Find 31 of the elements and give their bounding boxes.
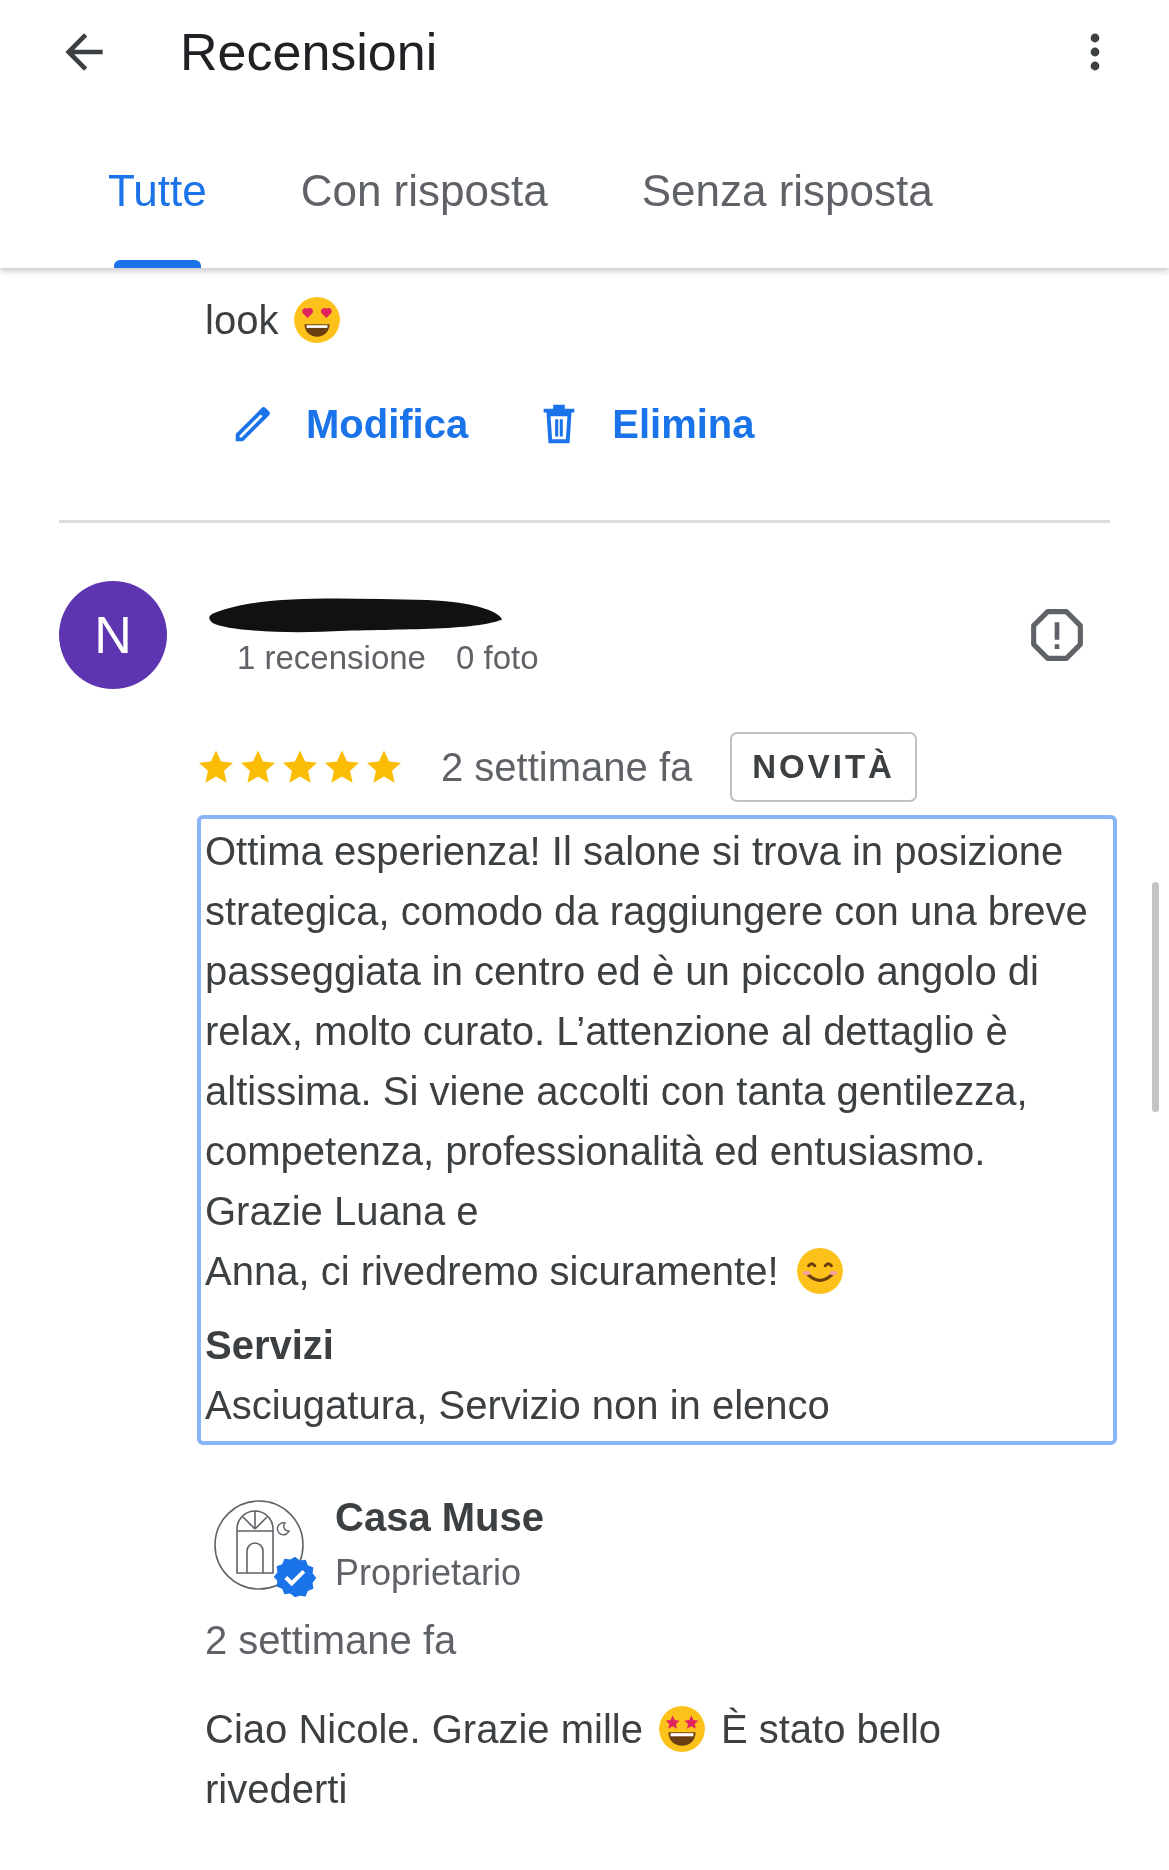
- owner-role: Proprietario: [335, 1552, 523, 1594]
- author-stats: 0 foto: [455, 639, 539, 677]
- edit-button[interactable]: Modifica: [230, 394, 469, 454]
- reply-time: 2 settimane fa: [205, 1618, 458, 1663]
- tab[interactable]: Con risposta: [264, 158, 584, 268]
- delete-button[interactable]: Elimina: [536, 394, 755, 454]
- reply-text: rivederti: [205, 1766, 348, 1813]
- tab[interactable]: Senza risposta: [605, 158, 969, 268]
- review-text: Ottima esperienza! Il salone si trova in posizione strategica, comodo da raggiungere con una breve passeggiata in centro ed è un piccolo angolo di relax, molto curato. L’attenzione al dettaglio è altissima. Si viene accolti con tanta gentilezza, competenza, professionalità ed entusiasmo. Grazie Luana e: [205, 828, 1089, 1235]
- services-heading: Servizi: [205, 1322, 335, 1369]
- review-time: 2 settimane fa: [441, 744, 693, 790]
- reply-text: È stato bello: [720, 1706, 942, 1753]
- avatar[interactable]: N: [59, 581, 167, 689]
- heart-eyes-emoji-icon: [292, 295, 343, 345]
- screen-title: Recensioni: [180, 22, 439, 82]
- tab[interactable]: Tutte: [72, 158, 243, 268]
- author-stats: 1 recensione: [237, 639, 426, 677]
- star-icon: [365, 748, 403, 786]
- star-icon: [239, 748, 277, 786]
- new-badge: NOVITÀ: [730, 732, 917, 802]
- star-icon: [197, 748, 235, 786]
- star-eyes-emoji-icon: [656, 1704, 707, 1754]
- star-icon: [323, 748, 361, 786]
- reply-text: Ciao Nicole. Grazie mille: [205, 1706, 643, 1753]
- star-icon: [281, 748, 319, 786]
- report-icon[interactable]: [1029, 607, 1085, 663]
- review-text: look: [205, 297, 279, 343]
- owner-name: Casa Muse: [335, 1495, 544, 1540]
- review-text: Anna, ci rivedremo sicuramente!: [205, 1248, 779, 1295]
- services-list: Asciugatura, Servizio non in elenco: [205, 1375, 1105, 1435]
- smiling-emoji-icon: [794, 1246, 845, 1296]
